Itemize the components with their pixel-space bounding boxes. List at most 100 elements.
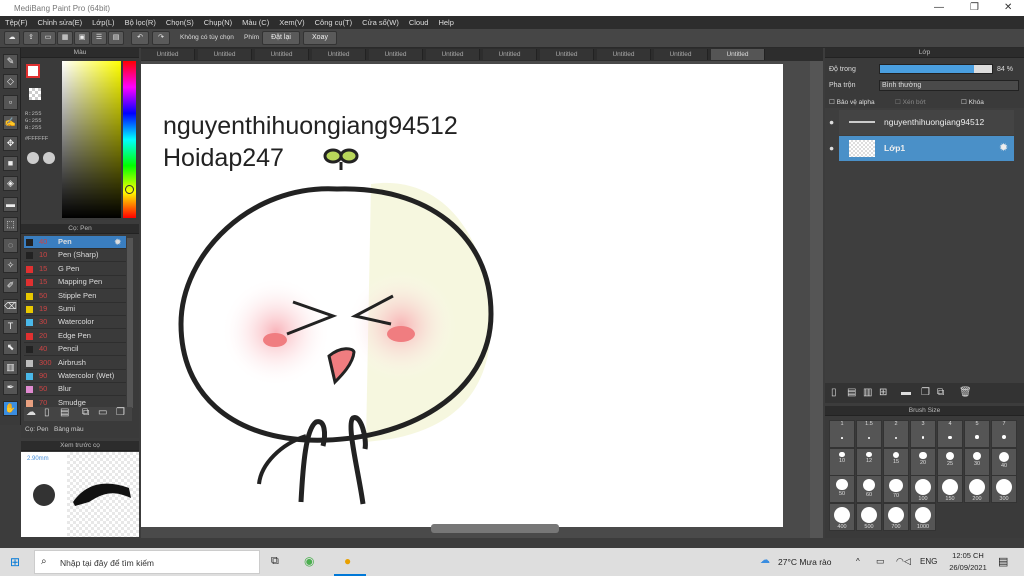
vertical-scrollbar[interactable]	[810, 61, 823, 538]
menu-item[interactable]: Cloud	[404, 16, 434, 29]
notification-icon[interactable]: ▤	[998, 555, 1008, 568]
undo-icon[interactable]: ↶	[131, 31, 149, 45]
brush-list-item[interactable]: 19 Sumi	[24, 303, 126, 316]
drawing-canvas[interactable]: nguyenthihuongiang94512 Hoidap247	[141, 64, 783, 527]
tab-palette[interactable]: Bảng màu	[54, 426, 84, 433]
document-tab[interactable]: Untitled	[483, 49, 537, 60]
minimize-button[interactable]: —	[934, 2, 944, 13]
close-button[interactable]: ✕	[1004, 2, 1012, 13]
grid-icon[interactable]: ▦	[57, 31, 73, 45]
brush-size-cell[interactable]: 1.5	[856, 420, 882, 448]
operation-tool-icon[interactable]: ⬉	[3, 339, 18, 355]
saturation-value-picker[interactable]	[62, 61, 121, 218]
fill-rect-tool-icon[interactable]: ■	[3, 156, 18, 171]
menu-item[interactable]: Chỉnh sửa(E)	[33, 16, 88, 29]
document-tab[interactable]: Untitled	[597, 49, 651, 60]
brush-size-cell[interactable]: 4	[937, 420, 963, 448]
menu-item[interactable]: Cửa sổ(W)	[357, 16, 404, 29]
document-tab[interactable]: Untitled	[711, 49, 765, 60]
brush-size-cell[interactable]: 1	[829, 420, 855, 448]
folder-icon[interactable]: ▬	[901, 387, 911, 398]
brush-size-cell[interactable]: 2	[883, 420, 909, 448]
move-tool-icon[interactable]: ✥	[3, 135, 18, 151]
brush-size-cell[interactable]: 60	[856, 475, 882, 503]
tab-brush[interactable]: Cọ: Pen	[25, 426, 49, 433]
brush-size-cell[interactable]: 70	[883, 475, 909, 503]
list-icon[interactable]: ☰	[91, 31, 107, 45]
eraser-tool-icon[interactable]: ◇	[3, 74, 18, 90]
brush-list-item[interactable]: 300 Airbrush	[24, 357, 126, 370]
brush-size-cell[interactable]: 25	[937, 447, 963, 476]
volume-icon[interactable]: ◁	[904, 556, 911, 567]
reset-button[interactable]: Đặt lại	[262, 31, 300, 45]
brush-size-cell[interactable]: 50	[829, 475, 855, 503]
horizontal-scrollbar[interactable]	[431, 524, 559, 533]
select-eraser-tool-icon[interactable]: ⌫	[3, 298, 18, 314]
brush-size-cell[interactable]: 40	[991, 447, 1017, 476]
brush-size-cell[interactable]: 30	[964, 447, 990, 476]
lasso-tool-icon[interactable]: ◌	[3, 237, 18, 253]
brush-size-cell[interactable]: 12	[856, 447, 882, 476]
brush-list-item[interactable]: 15 G Pen	[24, 263, 126, 276]
document-tab[interactable]: Untitled	[198, 49, 252, 60]
layer-row-active[interactable]: ● Lớp1 ✹	[829, 136, 1014, 161]
delete-layer-icon[interactable]: 🗑	[959, 387, 972, 398]
menu-item[interactable]: Công cụ(T)	[310, 16, 358, 29]
transparent-color-swatch[interactable]	[29, 88, 41, 100]
document-tab[interactable]: Untitled	[540, 49, 594, 60]
weather-text[interactable]: 27°C Mưa rào	[778, 557, 832, 567]
merge-down-icon[interactable]: ⧉	[937, 387, 944, 398]
hue-handle[interactable]	[125, 185, 134, 194]
rotate-button[interactable]: Xoay	[303, 31, 337, 45]
divide-tool-icon[interactable]: ▥	[3, 360, 18, 375]
wifi-icon[interactable]: ◠	[896, 556, 904, 567]
blend-mode-select[interactable]: Bình thường	[879, 80, 1019, 91]
tray-chevron-icon[interactable]: ^	[856, 557, 860, 566]
new-halftone-layer-icon[interactable]: ▤	[847, 387, 856, 398]
bucket-tool-icon[interactable]: ◈	[3, 176, 18, 192]
task-view-icon[interactable]: ⧉	[271, 555, 279, 568]
brush-size-cell[interactable]: 15	[883, 447, 909, 476]
opacity-slider[interactable]	[879, 64, 993, 74]
smudge-tool-icon[interactable]: ✍	[3, 115, 18, 131]
duplicate-icon[interactable]: ❐	[116, 407, 125, 418]
foreground-color-swatch[interactable]	[26, 64, 40, 78]
document-tab[interactable]: Untitled	[369, 49, 423, 60]
menu-item[interactable]: Lớp(L)	[87, 16, 119, 29]
new-brush-icon[interactable]: ▯	[44, 407, 50, 418]
visibility-icon[interactable]: ●	[829, 136, 834, 161]
brush-size-cell[interactable]: 700	[883, 502, 909, 531]
weather-icon[interactable]: ☁	[760, 555, 770, 566]
brush-size-cell[interactable]: 150	[937, 475, 963, 503]
folder-icon[interactable]: ▭	[98, 407, 107, 418]
network-icon[interactable]: ▭	[876, 556, 885, 567]
export-icon[interactable]: ⇪	[23, 31, 39, 45]
brush-settings-icon[interactable]: ✹	[114, 236, 122, 248]
document-tab[interactable]: Untitled	[255, 49, 309, 60]
select-tool-icon[interactable]: ⬚	[3, 217, 18, 233]
brush-list-item[interactable]: 50 Blur	[24, 383, 126, 397]
search-box[interactable]: ⌕ Nhập tại đây để tìm kiếm	[34, 550, 260, 574]
dot-tool-icon[interactable]: ▫	[3, 94, 18, 110]
text-tool-icon[interactable]: T	[3, 319, 18, 335]
brush-list-item[interactable]: 40 Pencil	[24, 343, 126, 357]
menu-item[interactable]: Tệp(F)	[0, 16, 33, 29]
brush-list-item[interactable]: 10 Pen (Sharp)	[24, 249, 126, 263]
protect-alpha-checkbox[interactable]: ☐ Bảo vệ alpha	[829, 98, 875, 106]
menu-item[interactable]: Chọn(S)	[161, 16, 199, 29]
brush-list-item[interactable]: 20 Edge Pen	[24, 330, 126, 343]
document-tab[interactable]: Untitled	[426, 49, 480, 60]
brush-size-cell[interactable]: 1000	[910, 502, 936, 531]
language-indicator[interactable]: ENG	[920, 557, 937, 566]
brush-list-item[interactable]: 50 Stipple Pen	[24, 290, 126, 303]
new-8bit-layer-icon[interactable]: ▥	[863, 387, 872, 398]
comment-icon[interactable]: ▭	[40, 31, 56, 45]
new-layer-icon[interactable]: ▯	[831, 387, 837, 398]
brush-list-item[interactable]: 90 Watercolor (Wet)	[24, 370, 126, 383]
magic-wand-tool-icon[interactable]: ✧	[3, 258, 18, 273]
select-pen-tool-icon[interactable]: ✐	[3, 278, 18, 294]
brush-list-scrollbar[interactable]	[127, 238, 133, 408]
eyedropper-icon[interactable]	[43, 152, 55, 164]
medibang-app-icon[interactable]: ●	[344, 554, 351, 568]
brush-size-cell[interactable]: 500	[856, 502, 882, 531]
